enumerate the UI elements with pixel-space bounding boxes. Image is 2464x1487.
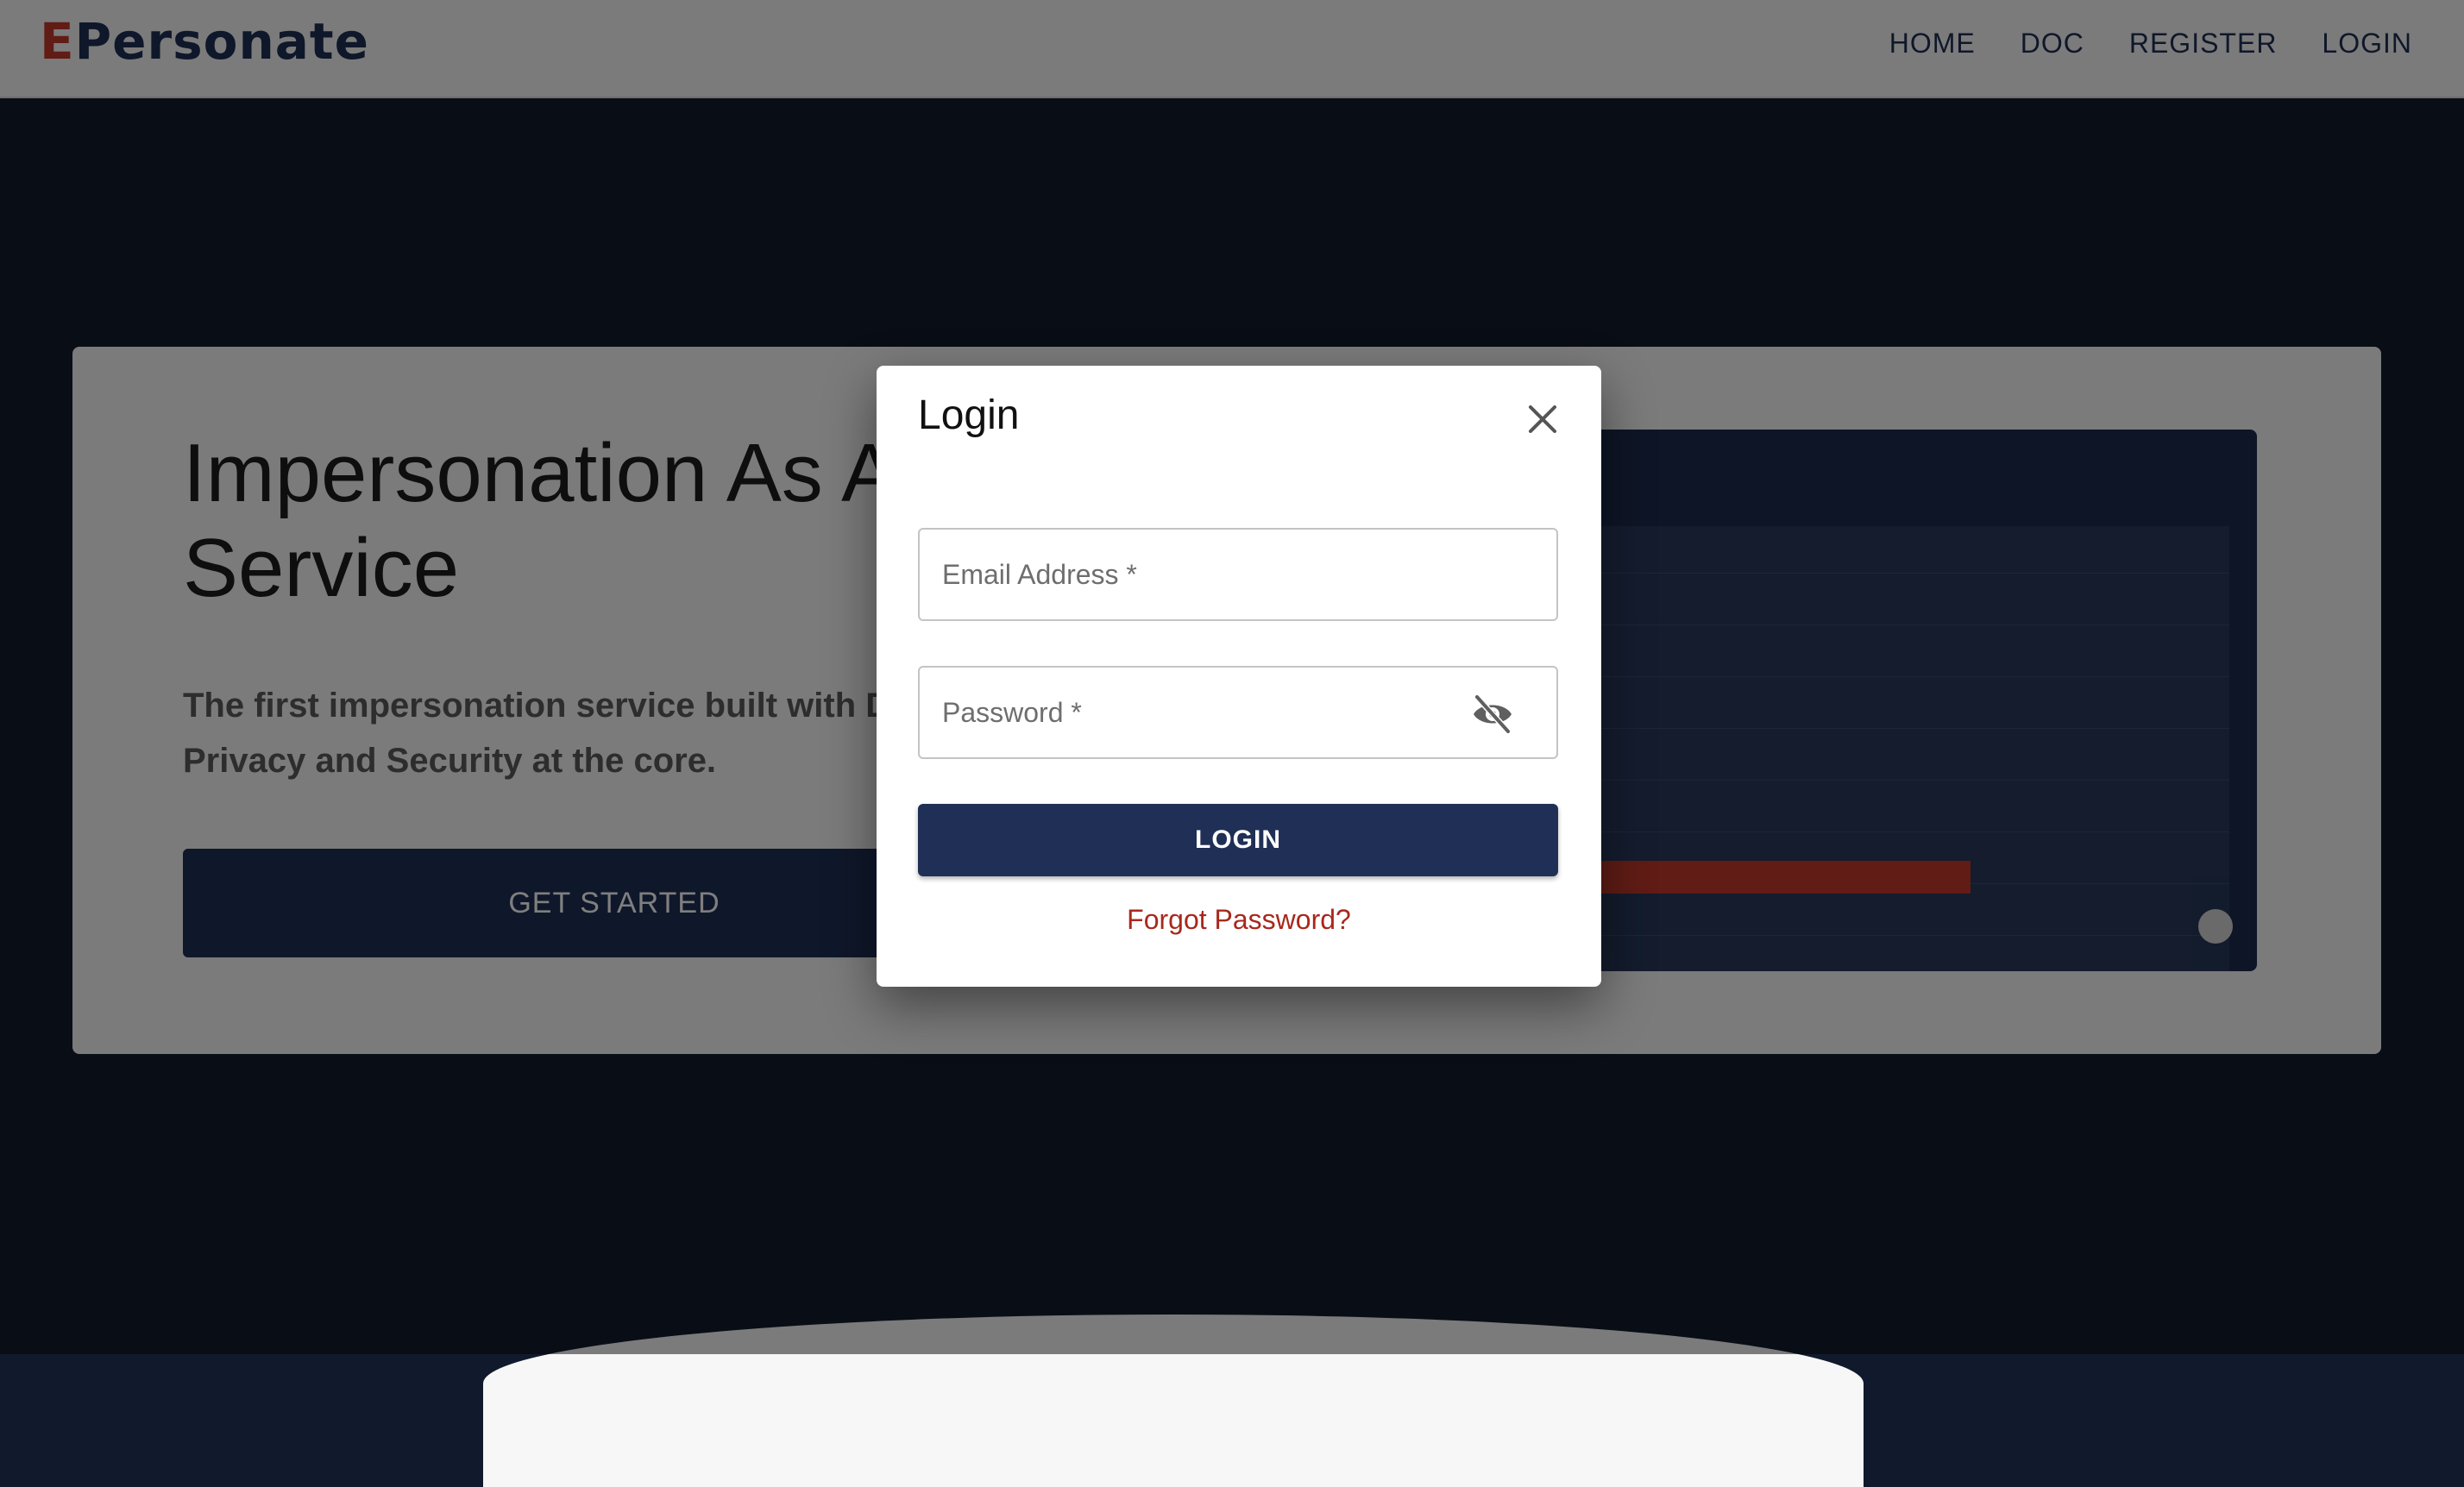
password-field <box>918 666 1558 759</box>
email-input[interactable] <box>920 530 1556 619</box>
visibility-off-icon <box>1474 693 1512 735</box>
close-icon <box>1529 405 1556 433</box>
close-button[interactable] <box>1518 395 1567 443</box>
login-submit-button[interactable]: LOGIN <box>918 804 1558 876</box>
password-input[interactable] <box>920 668 1556 757</box>
toggle-password-visibility-button[interactable] <box>1470 692 1515 737</box>
dialog-title: Login <box>918 392 1020 438</box>
login-dialog: Login LOGIN Forgot Password? <box>877 366 1601 987</box>
forgot-password-link[interactable]: Forgot Password? <box>877 904 1601 936</box>
email-field <box>918 528 1558 621</box>
